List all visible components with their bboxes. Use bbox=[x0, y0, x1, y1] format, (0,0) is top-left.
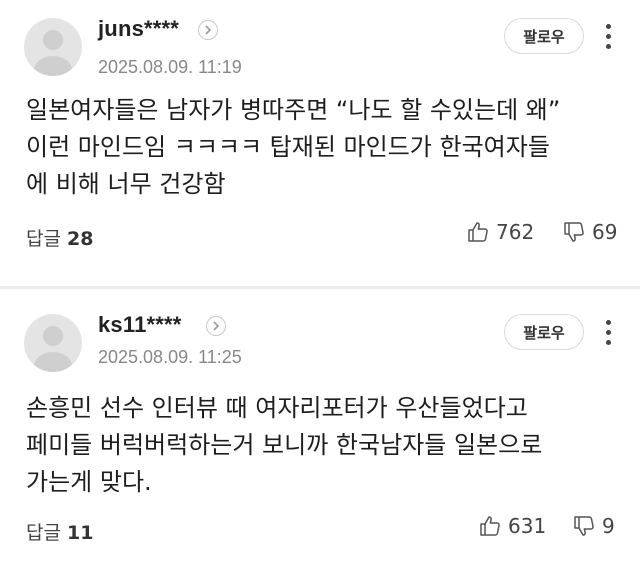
avatar[interactable] bbox=[24, 18, 82, 76]
thumbs-down-icon bbox=[574, 516, 594, 536]
thumbs-up-icon bbox=[468, 222, 488, 242]
comment-timestamp: 2025.08.09. 11:25 bbox=[98, 347, 242, 367]
reply-label: 답글 bbox=[26, 228, 61, 250]
comment-line: 페미들 버럭버럭하는거 보니까 한국남자들 일본으로 bbox=[26, 431, 543, 459]
comment-item: juns**** 2025.08.09. 11:19 팔로우 일본여자들은 남자… bbox=[0, 0, 640, 285]
dislike-button[interactable]: 69 bbox=[562, 220, 617, 244]
reply-count: 28 bbox=[66, 228, 94, 250]
comment-line: 에 비해 너무 건강함 bbox=[26, 170, 226, 198]
follow-button[interactable]: 팔로우 bbox=[504, 314, 584, 350]
comment-line: 손흥민 선수 인터뷰 때 여자리포터가 우산들었다고 bbox=[26, 394, 528, 422]
comment-divider bbox=[0, 286, 640, 289]
more-vertical-icon[interactable] bbox=[596, 314, 620, 350]
thumbs-up-icon bbox=[480, 516, 500, 536]
reply-button[interactable]: 답글 28 bbox=[26, 224, 93, 251]
thumbs-down-icon bbox=[564, 222, 584, 242]
like-button[interactable]: 631 bbox=[478, 514, 546, 538]
chevron-right-icon[interactable] bbox=[206, 316, 226, 336]
avatar[interactable] bbox=[24, 314, 82, 372]
comment-item: ks11**** 2025.08.09. 11:25 팔로우 손흥민 선수 인터… bbox=[0, 290, 640, 568]
comment-body: 일본여자들은 남자가 병따주면 “나도 할 수있는데 왜” 이런 마인드임 ㅋㅋ… bbox=[26, 92, 626, 203]
reply-count: 11 bbox=[66, 522, 94, 544]
comment-body: 손흥민 선수 인터뷰 때 여자리포터가 우산들었다고 페미들 버럭버럭하는거 보… bbox=[26, 390, 626, 501]
comment-line: 일본여자들은 남자가 병따주면 “나도 할 수있는데 왜” bbox=[26, 96, 561, 124]
author-name[interactable]: ks11**** bbox=[98, 312, 182, 338]
comment-line: 이런 마인드임 ㅋㅋㅋㅋ 탑재된 마인드가 한국여자들 bbox=[26, 133, 550, 161]
reply-label: 답글 bbox=[26, 522, 61, 544]
comment-line: 가는게 맞다. bbox=[26, 468, 152, 496]
author-name[interactable]: juns**** bbox=[98, 16, 179, 42]
like-count: 631 bbox=[508, 514, 547, 538]
dislike-count: 9 bbox=[602, 514, 615, 538]
default-avatar-icon bbox=[34, 30, 72, 76]
default-avatar-icon bbox=[34, 326, 72, 372]
reply-button[interactable]: 답글 11 bbox=[26, 518, 93, 545]
comment-timestamp: 2025.08.09. 11:19 bbox=[98, 57, 242, 77]
dislike-button[interactable]: 9 bbox=[572, 514, 615, 538]
dislike-count: 69 bbox=[592, 220, 618, 244]
follow-button[interactable]: 팔로우 bbox=[504, 18, 584, 54]
chevron-right-icon[interactable] bbox=[198, 20, 218, 40]
like-count: 762 bbox=[496, 220, 535, 244]
like-button[interactable]: 762 bbox=[466, 220, 534, 244]
more-vertical-icon[interactable] bbox=[596, 18, 620, 54]
